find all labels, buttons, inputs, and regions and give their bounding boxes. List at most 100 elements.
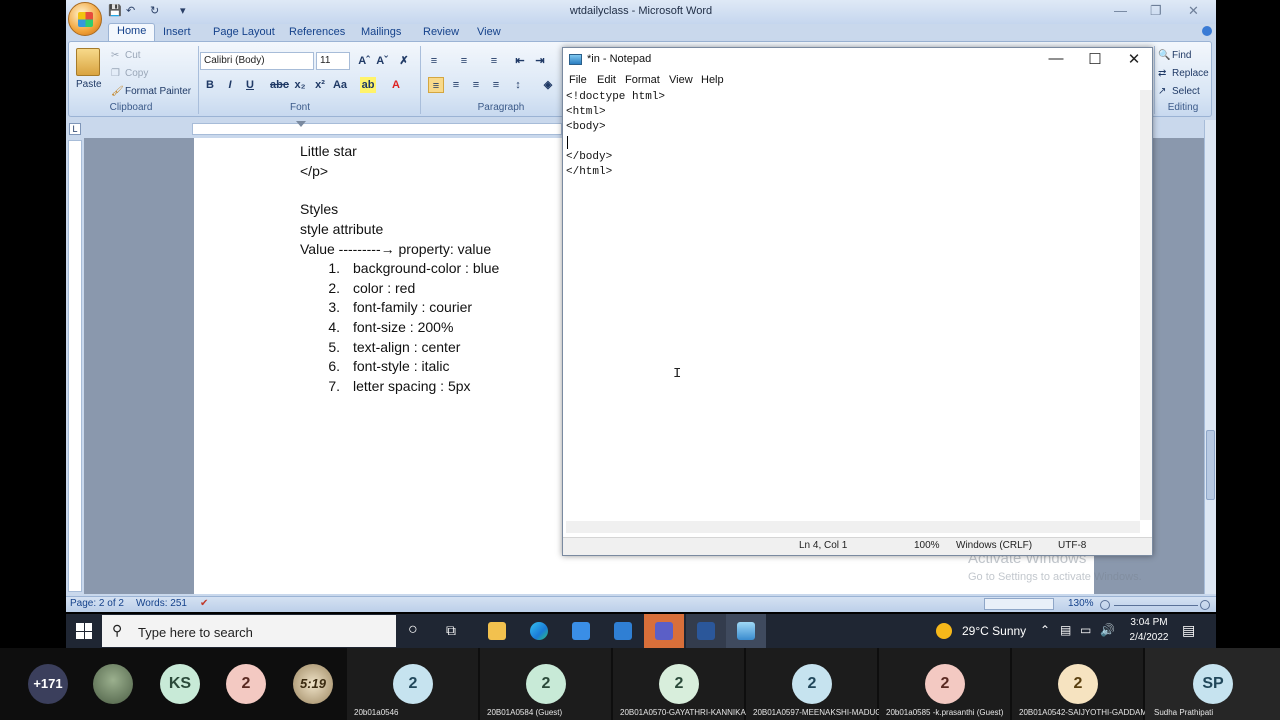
notepad-text-area[interactable]: <!doctype html> <html> <body> </body> </…	[566, 90, 1140, 530]
taskbar-search-box[interactable]: ⚲ Type here to search	[102, 615, 396, 647]
font-color-icon[interactable]: A	[388, 77, 404, 93]
subscript-icon[interactable]: x₂	[292, 77, 308, 93]
participant-tile[interactable]: 5:19	[293, 664, 333, 704]
underline-icon[interactable]: U	[242, 77, 258, 93]
find-button[interactable]: Find	[1172, 50, 1191, 61]
minimize-icon[interactable]: —	[1037, 50, 1075, 67]
italic-icon[interactable]: I	[222, 77, 238, 93]
weather-text[interactable]: 29°C Sunny	[962, 624, 1026, 638]
redo-icon[interactable]: ↻	[150, 4, 159, 17]
view-buttons[interactable]	[984, 598, 1054, 610]
participant-tile[interactable]: 2 20b01a0546	[347, 648, 478, 720]
notepad-horizontal-scrollbar[interactable]	[566, 521, 1140, 533]
participant-tile[interactable]: KS	[160, 664, 200, 704]
participant-tile[interactable]: +171	[28, 664, 68, 704]
justify-icon[interactable]: ≡	[488, 77, 504, 93]
cut-button[interactable]: Cut	[125, 50, 141, 61]
save-icon[interactable]: 💾	[108, 4, 122, 17]
line-spacing-icon[interactable]: ↕	[510, 77, 526, 93]
shrink-font-icon[interactable]: Aˇ	[374, 53, 390, 69]
tray-chevron-icon[interactable]: ⌃	[1040, 623, 1050, 637]
participant-tile[interactable]: 2	[226, 664, 266, 704]
font-name-combo[interactable]: Calibri (Body)	[200, 52, 314, 70]
menu-format[interactable]: Format	[625, 74, 660, 86]
participant-tile[interactable]: 2 20B01A0597-MEENAKSHI-MADUG...	[746, 648, 888, 720]
participant-tile[interactable]	[93, 664, 133, 704]
superscript-icon[interactable]: x²	[312, 77, 328, 93]
cortana-icon[interactable]: ○	[408, 621, 418, 639]
paste-button[interactable]: Paste	[76, 79, 102, 90]
maximize-icon[interactable]: ☐	[1076, 50, 1114, 68]
zoom-level[interactable]: 130%	[1068, 598, 1094, 609]
zoom-out-icon[interactable]	[1100, 600, 1110, 610]
menu-view[interactable]: View	[669, 74, 693, 86]
bullets-icon[interactable]: ≡	[426, 53, 442, 69]
multilevel-list-icon[interactable]: ≡	[486, 53, 502, 69]
menu-help[interactable]: Help	[701, 74, 724, 86]
volume-icon[interactable]: 🔊	[1100, 623, 1115, 637]
tab-references[interactable]: References	[289, 26, 345, 38]
paste-icon[interactable]	[76, 48, 100, 76]
word-taskbar-item[interactable]	[686, 614, 726, 648]
participant-tile[interactable]: 2 20b01a0585 -k.prasanthi (Guest)	[879, 648, 1010, 720]
tab-home[interactable]: Home	[108, 23, 156, 42]
indent-marker-icon[interactable]	[296, 121, 306, 127]
copy-button[interactable]: Copy	[125, 68, 148, 79]
notepad-vertical-scrollbar[interactable]	[1140, 90, 1152, 520]
network-icon[interactable]: ▤	[1060, 623, 1071, 637]
close-icon[interactable]: ✕	[1188, 3, 1199, 19]
replace-button[interactable]: Replace	[1172, 68, 1209, 79]
participant-tile[interactable]: SP Sudha Prathipati	[1145, 648, 1280, 720]
decrease-indent-icon[interactable]: ⇤	[512, 53, 528, 69]
word-count[interactable]: Words: 251	[136, 598, 187, 609]
participant-tile[interactable]: 2 20B01A0584 (Guest)	[480, 648, 611, 720]
align-center-icon[interactable]: ≡	[448, 77, 464, 93]
zoom-in-icon[interactable]	[1200, 600, 1210, 610]
minimize-icon[interactable]: —	[1114, 3, 1127, 18]
teams-taskbar-item[interactable]	[644, 614, 684, 648]
align-right-icon[interactable]: ≡	[468, 77, 484, 93]
menu-file[interactable]: File	[569, 74, 587, 86]
tab-review[interactable]: Review	[423, 26, 459, 38]
strikethrough-icon[interactable]: abc	[270, 77, 289, 93]
clear-format-icon[interactable]: ✗	[396, 53, 412, 69]
tab-insert[interactable]: Insert	[163, 26, 191, 38]
help-icon[interactable]	[1202, 26, 1212, 36]
clock-time[interactable]: 3:04 PM	[1124, 617, 1174, 628]
battery-icon[interactable]: ▭	[1080, 623, 1091, 637]
menu-edit[interactable]: Edit	[597, 74, 616, 86]
highlight-icon[interactable]: ab	[360, 77, 376, 93]
select-button[interactable]: Select	[1172, 86, 1200, 97]
tab-page-layout[interactable]: Page Layout	[213, 26, 275, 38]
notification-icon[interactable]: ▤	[1182, 622, 1195, 639]
restore-icon[interactable]: ❐	[1150, 3, 1162, 19]
qat-customize-icon[interactable]: ▾	[180, 4, 186, 17]
participant-tile[interactable]: 2 20B01A0570-GAYATHRI-KANNIKANTI	[613, 648, 759, 720]
word-vertical-scrollbar[interactable]	[1204, 120, 1216, 594]
bold-icon[interactable]: B	[202, 77, 218, 93]
proofing-icon[interactable]: ✔	[200, 598, 208, 609]
office-button[interactable]	[68, 2, 102, 36]
shading-icon[interactable]: ◈	[540, 77, 556, 93]
tab-selector-icon[interactable]: L	[69, 123, 81, 135]
store-icon[interactable]	[572, 622, 590, 640]
task-view-icon[interactable]: ⧉	[446, 622, 456, 639]
scroll-thumb[interactable]	[1206, 430, 1215, 500]
close-icon[interactable]: ✕	[1115, 50, 1153, 68]
start-icon[interactable]	[76, 623, 92, 639]
tab-mailings[interactable]: Mailings	[361, 26, 401, 38]
align-left-icon[interactable]: ≡	[428, 77, 444, 93]
increase-indent-icon[interactable]: ⇥	[532, 53, 548, 69]
participant-tile[interactable]: 2 20B01A0542-SAIJYOTHI-GADDAM	[1012, 648, 1147, 720]
undo-icon[interactable]: ↶	[126, 4, 135, 17]
format-painter-button[interactable]: Format Painter	[125, 86, 191, 97]
file-explorer-icon[interactable]	[488, 622, 506, 640]
change-case-icon[interactable]: Aa	[332, 77, 348, 93]
grow-font-icon[interactable]: Aˆ	[356, 53, 372, 69]
zoom-slider[interactable]	[1114, 605, 1198, 606]
numbering-icon[interactable]: ≡	[456, 53, 472, 69]
clock-date[interactable]: 2/4/2022	[1122, 632, 1176, 643]
mail-icon[interactable]	[614, 622, 632, 640]
page-indicator[interactable]: Page: 2 of 2	[70, 598, 124, 609]
notepad-taskbar-item[interactable]	[726, 614, 766, 648]
